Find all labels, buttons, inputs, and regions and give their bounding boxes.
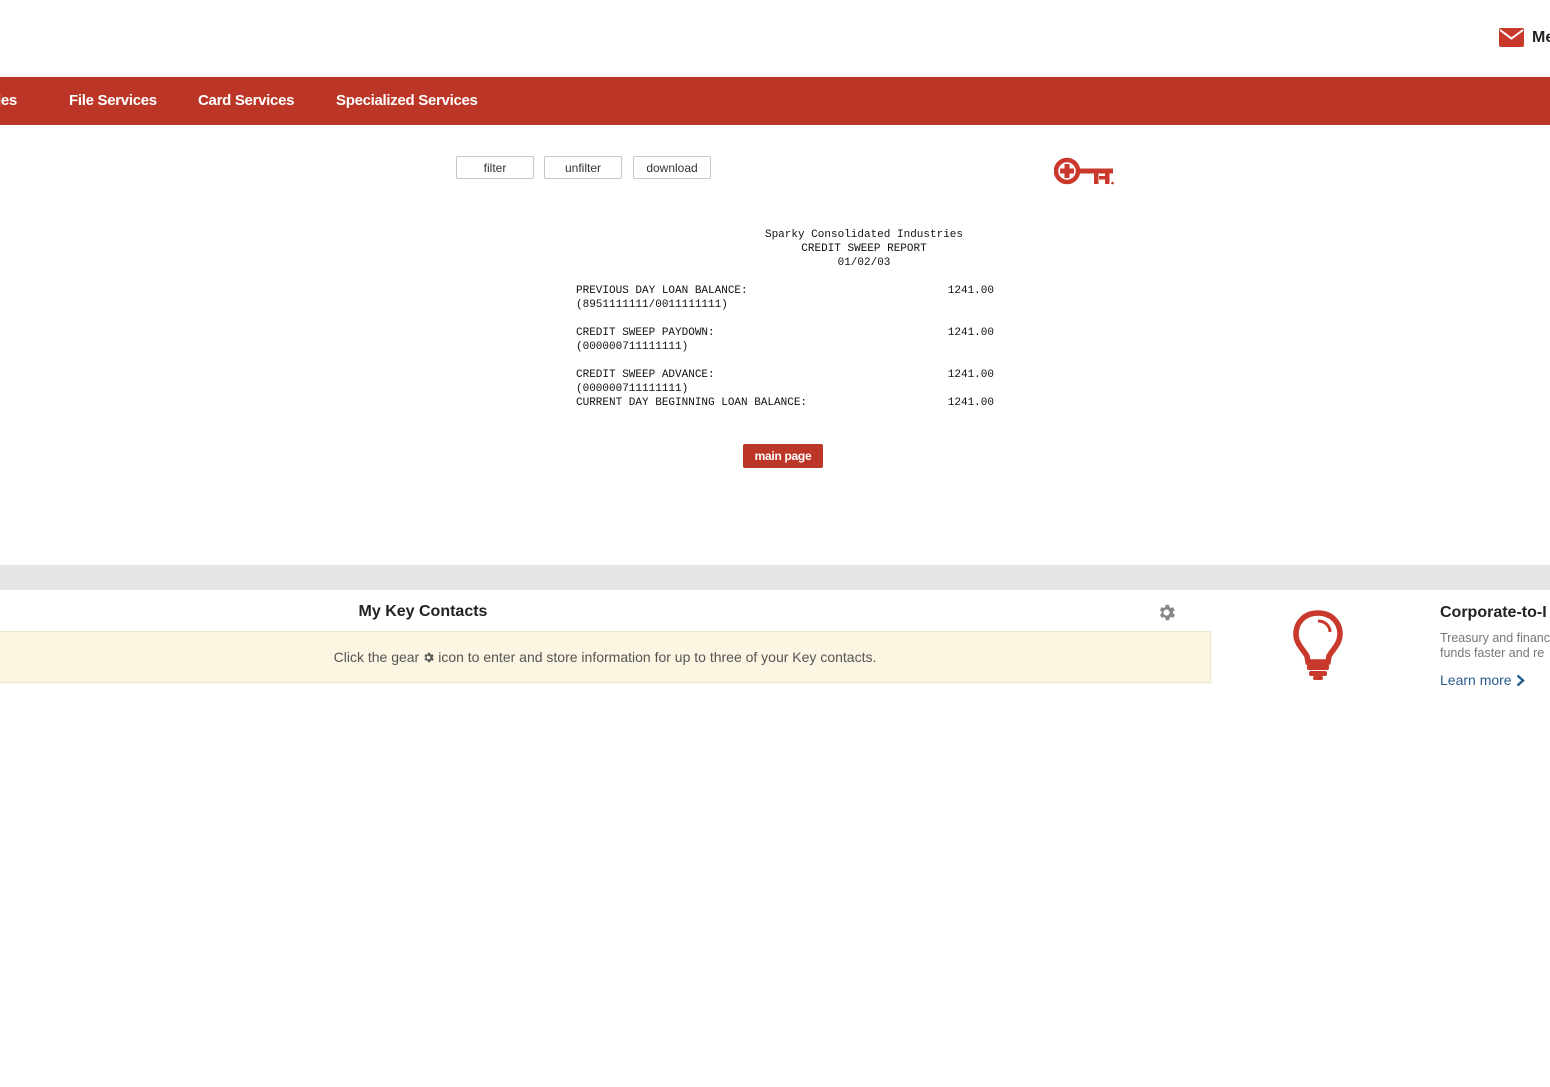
key-contacts-title: My Key Contacts [358,603,488,620]
learn-more-link[interactable]: Learn more [1440,672,1525,688]
gear-icon[interactable] [1156,602,1177,623]
report-title: CREDIT SWEEP REPORT [801,243,927,255]
row-label: CURRENT DAY BEGINNING LOAN BALANCE: [576,397,808,409]
notice-text-end: icon to enter and store information for … [438,649,877,665]
report-date: 01/02/03 [837,257,891,269]
row-label: CREDIT SWEEP ADVANCE: [576,369,715,381]
messages-label: Me [1532,28,1550,46]
row-label: PREVIOUS DAY LOAN BALANCE: [576,285,748,297]
report-company: Sparky Consolidated Industries [764,229,964,241]
row-amount: 1241.00 [947,285,994,297]
top-header: Me [0,0,1550,77]
key-contacts-notice: Click the gear icon to enter and store i… [0,631,1211,683]
promo-title: Corporate-to-I [1440,604,1547,621]
row-account: (8951111111/0011111111) [576,299,728,311]
nav-item-specialized-services[interactable]: Specialized Services [336,77,478,125]
section-divider [0,565,1550,590]
row-label: CREDIT SWEEP PAYDOWN: [576,327,715,339]
main-page-button[interactable]: main page [743,444,823,468]
row-amount: 1241.00 [947,369,994,381]
unfilter-button[interactable]: unfilter [544,156,622,179]
row-amount: 1241.00 [947,397,994,409]
notice-text-start: Click the gear [333,649,420,665]
nav-item-file-services[interactable]: File Services [69,77,157,125]
filter-button[interactable]: filter [456,156,534,179]
nav-item-partial[interactable]: les [0,77,17,125]
envelope-icon [1499,28,1524,47]
key-logo-icon [1054,157,1114,185]
report-row: CREDIT SWEEP ADVANCE: 1241.00 [576,368,994,382]
report-row: CURRENT DAY BEGINNING LOAN BALANCE: 1241… [576,396,994,410]
chevron-right-icon [1516,674,1525,686]
promo-body-line: funds faster and re [1440,646,1545,660]
row-account: (000000711111111) [576,341,689,353]
row-amount: 1241.00 [947,327,994,339]
promo-body-line: Treasury and financ [1440,631,1550,645]
nav-item-card-services[interactable]: Card Services [198,77,294,125]
row-account: (000000711111111) [576,383,689,395]
report-row: PREVIOUS DAY LOAN BALANCE: 1241.00 [576,284,994,298]
main-nav: les File Services Card Services Speciali… [0,77,1550,125]
gear-inline-icon [424,652,434,662]
download-button[interactable]: download [633,156,711,179]
credit-sweep-report: Sparky Consolidated Industries CREDIT SW… [576,228,1006,410]
learn-more-label: Learn more [1440,672,1512,688]
promo-body: Treasury and financ funds faster and re [1440,631,1550,661]
report-row: CREDIT SWEEP PAYDOWN: 1241.00 [576,326,994,340]
messages-link[interactable]: Me [1499,28,1550,47]
lightbulb-icon [1293,610,1343,680]
